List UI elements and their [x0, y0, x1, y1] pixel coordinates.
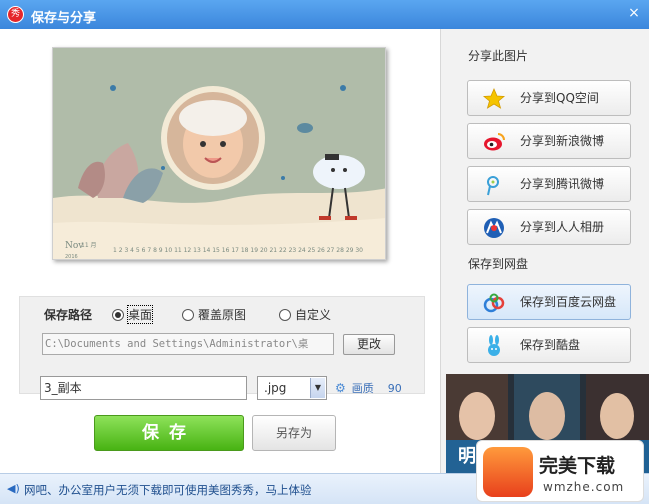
save-baidu-cloud-button[interactable]: 保存到百度云网盘	[467, 284, 631, 320]
main-panel: Nov 2016 11 月 1 2 3 4 5 6 7 8 9 10 11 12…	[0, 29, 440, 473]
share-weibo-button[interactable]: 分享到新浪微博	[467, 123, 631, 159]
quality-label: 画质	[351, 382, 374, 395]
watermark-name: 完美下载	[539, 455, 616, 477]
cloud-section-title: 保存到网盘	[468, 257, 529, 271]
kupan-rabbit-icon	[488, 335, 500, 356]
save-path-field[interactable]: C:\Documents and Settings\Administrator\…	[42, 333, 334, 355]
calendar-photo: Nov 2016 11 月 1 2 3 4 5 6 7 8 9 10 11 12…	[53, 48, 385, 260]
tencent-weibo-icon	[487, 176, 499, 196]
share-renren-button[interactable]: 分享到人人相册	[467, 209, 631, 245]
save-kupan-button[interactable]: 保存到酷盘	[467, 327, 631, 363]
change-path-button[interactable]: 更改	[343, 334, 395, 355]
image-preview: Nov 2016 11 月 1 2 3 4 5 6 7 8 9 10 11 12…	[52, 47, 386, 260]
watermark-logo-icon	[483, 447, 533, 497]
watermark-url: wmzhe.com	[543, 480, 625, 494]
share-label: 分享到人人相册	[520, 220, 605, 234]
share-label: 分享到新浪微博	[520, 134, 605, 148]
speaker-icon: ◀)	[7, 482, 20, 495]
save-path-label: 保存路径	[44, 308, 93, 322]
quality-setting[interactable]: ⚙ 画质 90	[335, 380, 402, 396]
renren-icon	[484, 218, 504, 238]
quality-value: 90	[387, 381, 402, 395]
radio-overwrite[interactable]: 覆盖原图	[182, 306, 246, 323]
calendar-days: 1 2 3 4 5 6 7 8 9 10 11 12 13 14 15 16 1…	[113, 247, 363, 254]
baidu-cloud-icon	[483, 293, 505, 313]
filename-input[interactable]: 3_副本	[40, 376, 247, 400]
share-section-title: 分享此图片	[468, 49, 529, 63]
extension-value: .jpg	[264, 381, 287, 395]
site-watermark: 完美下载 wmzhe.com	[476, 440, 644, 502]
share-label: 分享到腾讯微博	[520, 177, 605, 191]
save-button[interactable]: 保存	[94, 415, 244, 451]
radio-label: 覆盖原图	[198, 308, 247, 322]
chevron-down-icon: ▼	[310, 378, 325, 398]
calendar-year-label: 2016	[65, 254, 78, 260]
radio-dot	[182, 308, 194, 321]
share-qzone-button[interactable]: 分享到QQ空间	[467, 80, 631, 116]
save-as-button[interactable]: 另存为	[252, 415, 336, 451]
cloud-label: 保存到百度云网盘	[520, 295, 617, 309]
window-title: 保存与分享	[31, 11, 97, 26]
radio-label: 桌面	[126, 305, 154, 324]
qzone-star-icon	[482, 87, 506, 109]
radio-custom[interactable]: 自定义	[279, 306, 331, 323]
close-icon[interactable]: ×	[627, 5, 641, 21]
share-tencent-weibo-button[interactable]: 分享到腾讯微博	[467, 166, 631, 202]
extension-select[interactable]: .jpg ▼	[257, 376, 327, 400]
weibo-icon	[484, 133, 505, 151]
title-bar: 秀 保存与分享 ×	[0, 0, 649, 29]
share-label: 分享到QQ空间	[520, 91, 599, 105]
radio-desktop[interactable]: 桌面	[112, 305, 154, 324]
status-message[interactable]: 网吧、办公室用户无须下载即可使用美图秀秀，马上体验	[24, 482, 312, 498]
calendar-month-cn: 11 月	[81, 242, 97, 249]
gear-icon: ⚙	[335, 381, 346, 395]
radio-label: 自定义	[295, 308, 332, 322]
app-logo-icon: 秀	[7, 6, 24, 23]
radio-dot	[112, 308, 124, 321]
radio-dot	[279, 308, 291, 321]
cloud-label: 保存到酷盘	[520, 338, 581, 352]
